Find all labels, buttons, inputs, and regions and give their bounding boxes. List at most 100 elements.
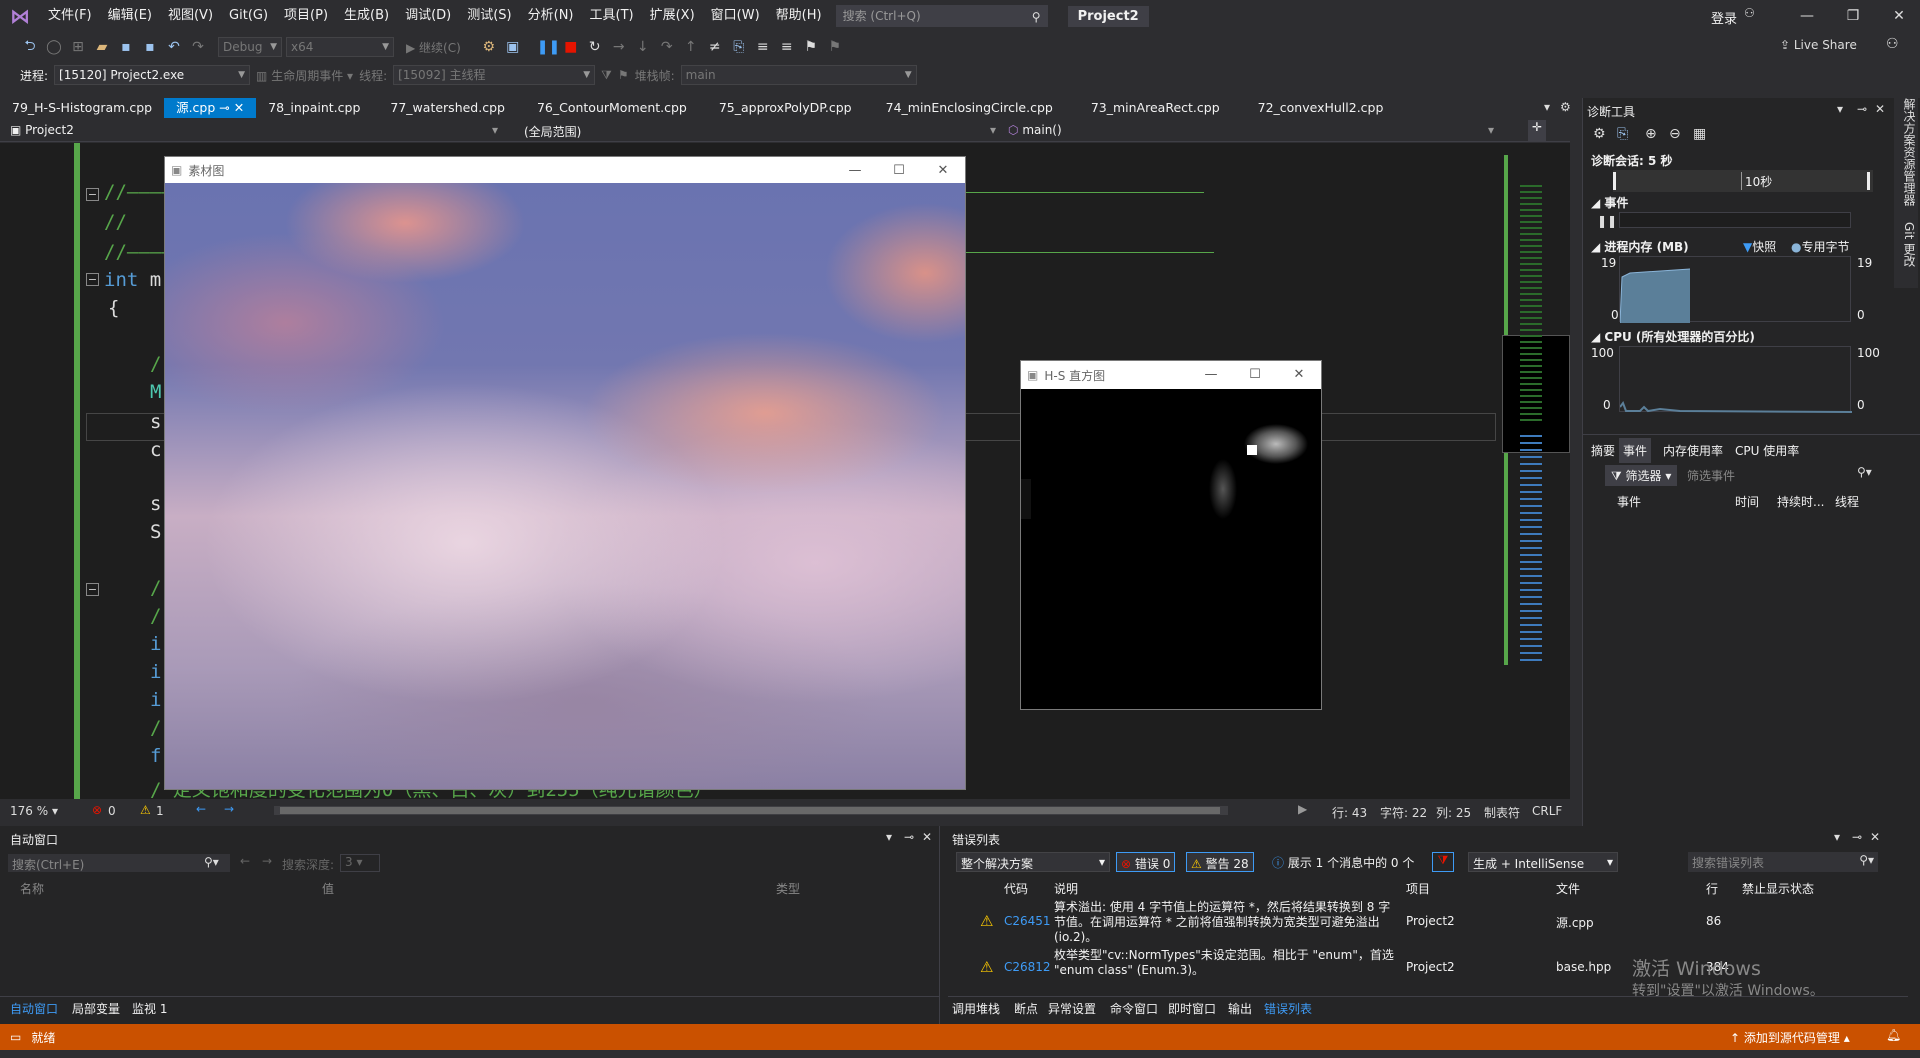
nav-forward-icon[interactable]: → (224, 802, 234, 816)
settings-icon[interactable]: ⚙ (1593, 126, 1606, 142)
restore-icon[interactable]: ❐ (1830, 0, 1876, 32)
tab-source[interactable]: 源.cpp ⊸ ✕ (164, 98, 257, 118)
feedback-icon[interactable]: ⚇ (1886, 36, 1899, 52)
menu-analyze[interactable]: 分析(N) (520, 0, 582, 32)
process-combo[interactable]: [15120] Project2.exe ▼ (54, 65, 251, 85)
timeline-end-handle[interactable] (1867, 172, 1870, 190)
comment-icon[interactable]: ≡ (753, 39, 773, 55)
cpu-section[interactable]: ◢ CPU (所有处理器的百分比) (1591, 328, 1755, 345)
new-item-icon[interactable]: ⊞ (68, 39, 88, 55)
restart-icon[interactable]: ↻ (585, 39, 605, 55)
tab-breakpoints[interactable]: 断点 (1014, 1000, 1038, 1017)
error-count[interactable]: 0 (108, 804, 116, 818)
uncomment-icon[interactable]: ≡ (777, 39, 797, 55)
col-event[interactable]: 事件 (1617, 493, 1641, 510)
zoom-in-icon[interactable]: ⊕ (1645, 126, 1657, 142)
tab-inpaint[interactable]: 78_inpaint.cpp (256, 98, 372, 118)
reset-zoom-icon[interactable]: ▦ (1693, 126, 1706, 142)
diag-tab-events[interactable]: 事件 (1619, 438, 1652, 463)
pin-icon[interactable]: ⊸ (1857, 102, 1867, 116)
autos-search-input[interactable]: 搜索(Ctrl+E) ⚲▾ (8, 854, 230, 872)
scope-combo[interactable]: 整个解决方案 ▾ (956, 852, 1110, 872)
tab-exceptions[interactable]: 异常设置 (1048, 1000, 1096, 1017)
menu-view[interactable]: 视图(V) (160, 0, 221, 32)
col-name[interactable]: 名称 (20, 880, 44, 897)
bookmark-icon[interactable]: ⎘ (729, 39, 749, 55)
screen-icon[interactable]: ▣ (503, 39, 523, 55)
close-icon[interactable]: ✕ (1870, 830, 1880, 844)
search-back-icon[interactable]: ← (240, 854, 250, 868)
login-link[interactable]: 登录 (1711, 8, 1737, 27)
error-icon[interactable]: ⊗ (92, 803, 102, 817)
hex-icon[interactable]: ≠ (705, 39, 725, 55)
chevron-down-icon[interactable]: ▾ (1488, 123, 1494, 137)
tab-call-stack[interactable]: 调用堆栈 (952, 1000, 1000, 1017)
side-tab-git[interactable]: Git 更改 (1902, 222, 1916, 267)
continue-button[interactable]: ▶ 继续(C) (406, 39, 461, 56)
step-over-icon[interactable]: ↷ (657, 39, 677, 55)
tab-output[interactable]: 输出 (1228, 1000, 1252, 1017)
menu-tools[interactable]: 工具(T) (582, 0, 642, 32)
pin-icon[interactable]: ⊸ (904, 830, 914, 844)
timeline-start-handle[interactable] (1613, 172, 1616, 190)
error-search-input[interactable]: 搜索错误列表 ⚲▾ (1688, 852, 1878, 872)
split-icon[interactable]: ✛ (1528, 120, 1546, 141)
flag-icon[interactable]: ⚑ (618, 68, 629, 82)
menu-help[interactable]: 帮助(H) (768, 0, 830, 32)
timeline-ruler[interactable]: 10秒 (1613, 170, 1873, 192)
close-icon[interactable]: ✕ (921, 157, 965, 183)
tab-approxpoly[interactable]: 75_approxPolyDP.cpp (707, 98, 864, 118)
build-combo[interactable]: 生成 + IntelliSense ▾ (1468, 852, 1618, 872)
tab-locals[interactable]: 局部变量 (72, 1000, 120, 1017)
lifecycle-button[interactable]: ▥ 生命周期事件 ▾ (256, 67, 353, 84)
tab-watch[interactable]: 监视 1 (132, 1000, 167, 1017)
tab-command[interactable]: 命令窗口 (1110, 1000, 1158, 1017)
live-share-button[interactable]: ⇪ Live Share (1780, 38, 1857, 52)
depth-combo[interactable]: 3 ▾ (340, 854, 380, 872)
eol-indicator[interactable]: CRLF (1532, 804, 1562, 818)
minimize-icon[interactable]: — (833, 157, 877, 183)
forward-icon[interactable]: ◯ (44, 39, 64, 55)
pause-icon[interactable]: ❚❚ (537, 39, 560, 55)
search-icon[interactable]: ⚲▾ (1857, 465, 1872, 479)
col-line[interactable]: 行 (1706, 880, 1718, 897)
config-combo[interactable]: Debug ▼ (218, 37, 282, 57)
function-nav[interactable]: ⬡ main() (1008, 123, 1062, 137)
menu-build[interactable]: 生成(B) (336, 0, 397, 32)
stop-icon[interactable]: ■ (561, 39, 581, 55)
platform-combo[interactable]: x64 ▼ (286, 37, 394, 57)
vs-logo-icon[interactable]: ⋈ (0, 0, 40, 32)
filter-icon[interactable]: ⧩ (601, 68, 612, 83)
error-code-link[interactable]: C26812 (1004, 960, 1051, 974)
col-description[interactable]: 说明 (1054, 880, 1078, 897)
errors-filter-button[interactable]: ⊗ 错误 0 (1116, 852, 1176, 872)
col-suppression[interactable]: 禁止显示状态 (1742, 880, 1814, 897)
undo-icon[interactable]: ↶ (164, 39, 184, 55)
tab-immediate[interactable]: 即时窗口 (1168, 1000, 1216, 1017)
zoom-out-icon[interactable]: ⊖ (1669, 126, 1681, 142)
messages-filter-button[interactable]: ⓘ 展示 1 个消息中的 0 个 (1272, 854, 1414, 871)
filter-events-input[interactable]: 筛选事件 (1687, 467, 1735, 484)
attach-icon[interactable]: ⚙ (479, 39, 499, 55)
warning-count[interactable]: 1 (156, 804, 164, 818)
project-nav[interactable]: ▣ Project2 (10, 123, 74, 137)
col-type[interactable]: 类型 (776, 880, 800, 897)
search-icon[interactable]: ⚲▾ (204, 855, 219, 869)
chevron-down-icon[interactable]: ▾ (886, 830, 892, 844)
search-forward-icon[interactable]: → (262, 854, 272, 868)
pin-icon[interactable]: ⊸ (219, 100, 229, 115)
scope-nav[interactable]: (全局范围) (524, 123, 581, 140)
chevron-down-icon[interactable]: ▾ (492, 123, 498, 137)
diag-tab-summary[interactable]: 摘要 (1591, 442, 1615, 459)
col-code[interactable]: 代码 (1004, 880, 1028, 897)
notification-icon[interactable]: 🔔︎ (1886, 1028, 1901, 1042)
diag-tab-cpu[interactable]: CPU 使用率 (1735, 442, 1799, 459)
tab-convex-hull[interactable]: 72_convexHull2.cpp (1246, 98, 1396, 118)
window-titlebar[interactable]: ▣ H-S 直方图 — ☐ ✕ (1021, 361, 1321, 389)
menu-window[interactable]: 窗口(W) (703, 0, 768, 32)
menu-file[interactable]: 文件(F) (40, 0, 100, 32)
close-icon[interactable]: ✕ (1277, 361, 1321, 387)
nav-back-icon[interactable]: ← (196, 802, 206, 816)
filter-button[interactable]: ⧩ 筛选器 ▾ (1605, 465, 1678, 486)
step-out-icon[interactable]: ↑ (681, 39, 701, 55)
